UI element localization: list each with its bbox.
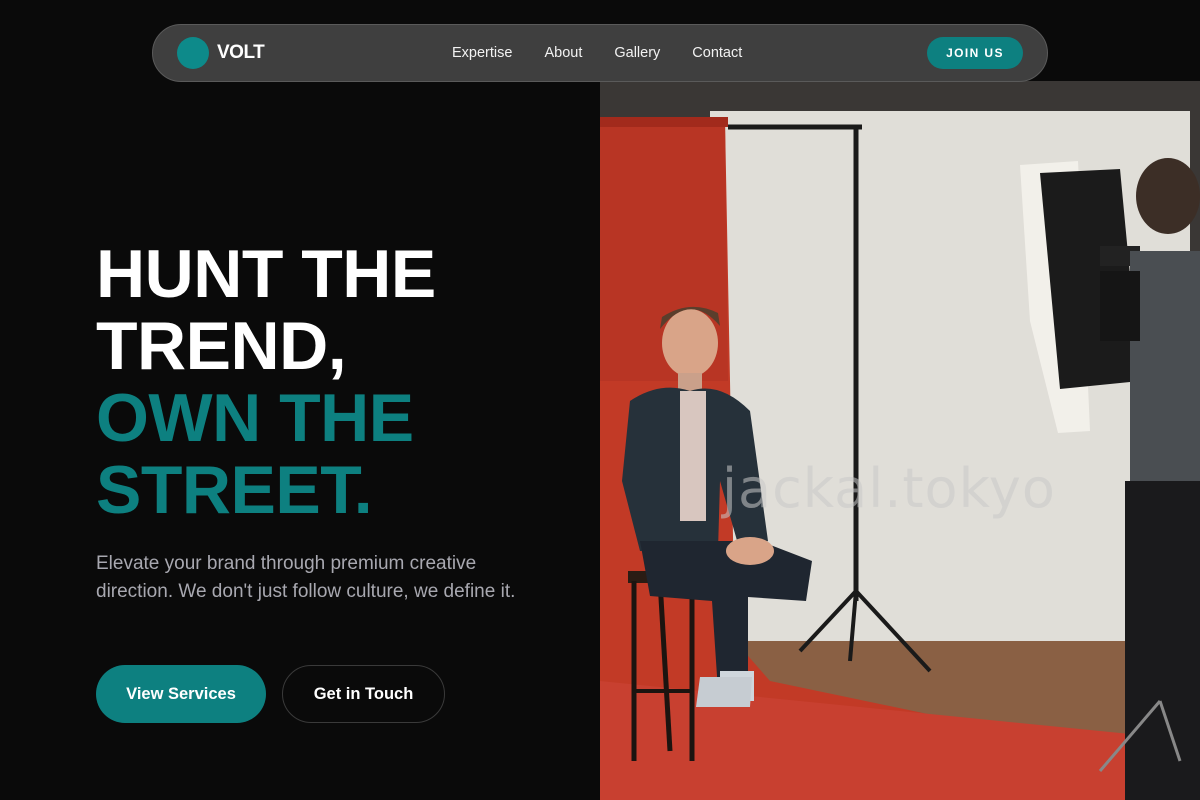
logo-mark-icon: [177, 37, 209, 69]
nav-link-expertise[interactable]: Expertise: [452, 45, 512, 61]
hero-headline: HUNT THE TREND, OWN THE STREET.: [96, 238, 576, 526]
hero-photo: jackal.tokyo: [600, 81, 1200, 800]
join-us-button[interactable]: JOIN US: [927, 37, 1023, 69]
view-services-button[interactable]: View Services: [96, 665, 266, 723]
nav-links: Expertise About Gallery Contact: [452, 25, 774, 81]
brand-name: VOLT: [217, 42, 265, 63]
hero-subtitle: Elevate your brand through premium creat…: [96, 553, 516, 602]
nav-link-gallery[interactable]: Gallery: [614, 45, 660, 61]
headline-line-2: TREND,: [96, 308, 347, 384]
headline-line-4: STREET.: [96, 452, 373, 528]
headline-line-1: HUNT THE: [96, 236, 436, 312]
landing-page: jackal.tokyo VOLT Expertise About Galler…: [0, 0, 1200, 800]
nav-link-contact[interactable]: Contact: [692, 45, 742, 61]
watermark-text: jackal.tokyo: [722, 457, 1056, 520]
nav-link-about[interactable]: About: [544, 45, 582, 61]
get-in-touch-button[interactable]: Get in Touch: [282, 665, 445, 723]
logo[interactable]: VOLT: [177, 37, 265, 69]
studio-photo-illustration: [600, 81, 1200, 800]
headline-line-3: OWN THE: [96, 380, 414, 456]
top-navigation: VOLT Expertise About Gallery Contact JOI…: [152, 24, 1048, 82]
hero-headline-container: HUNT THE TREND, OWN THE STREET.: [96, 238, 576, 526]
